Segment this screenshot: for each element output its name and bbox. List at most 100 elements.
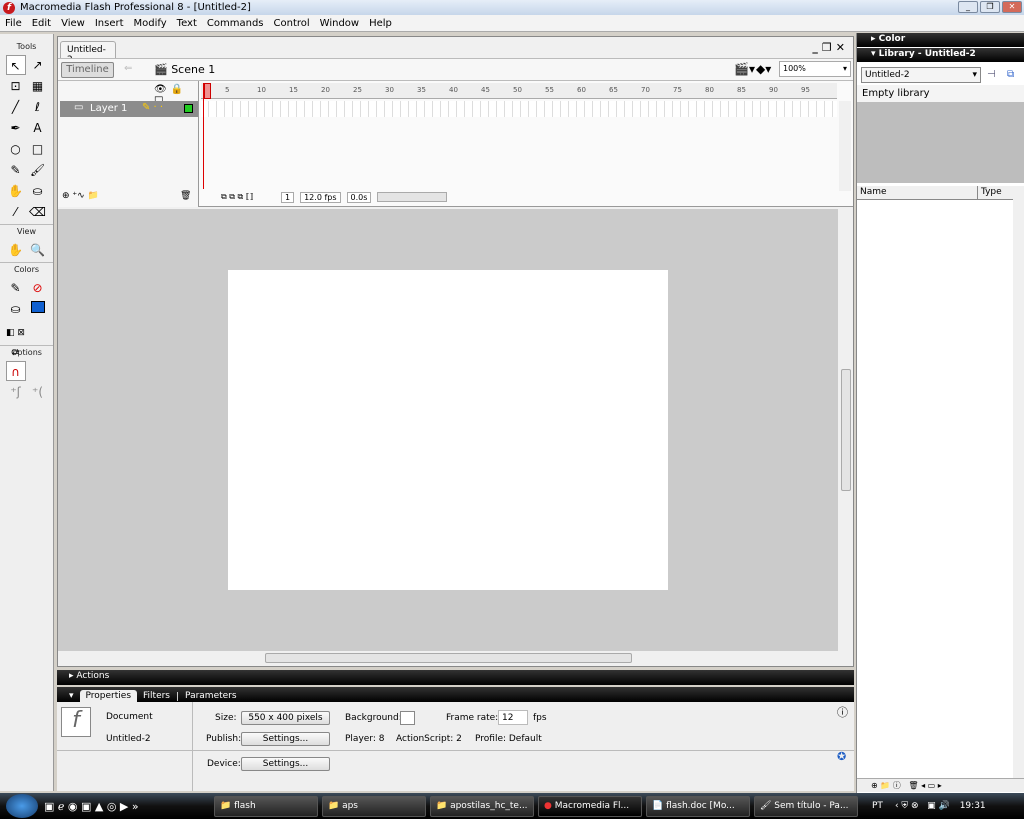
- eyedropper-tool-icon[interactable]: ⁄: [6, 202, 26, 222]
- background-color-swatch[interactable]: [400, 711, 415, 725]
- stroke-color-icon[interactable]: ✎: [6, 278, 26, 298]
- menu-text[interactable]: Text: [172, 18, 202, 29]
- document-tab[interactable]: Untitled-2: [60, 41, 116, 65]
- taskbar-item[interactable]: 📁 aps: [322, 795, 426, 817]
- doc-type: Document: [106, 712, 153, 722]
- subselection-tool-icon[interactable]: ↗: [28, 55, 48, 75]
- fill-color-icon[interactable]: ⛀: [6, 299, 26, 319]
- edit-symbols-icon[interactable]: ◆▾: [756, 62, 771, 76]
- taskbar-item-active[interactable]: ● Macromedia Fl...: [538, 795, 642, 817]
- publish-settings-button[interactable]: Settings...: [241, 732, 330, 746]
- trash-icon[interactable]: 🗑: [180, 191, 191, 201]
- oval-tool-icon[interactable]: ○: [6, 139, 26, 159]
- hscroll-thumb[interactable]: [265, 653, 632, 663]
- pen-tool-icon[interactable]: ✒: [6, 118, 26, 138]
- taskbar-item-label: Sem título - Pa...: [774, 800, 849, 811]
- quick-launch-icons[interactable]: ▣ ℯ ◉ ▣ ▲ ◎ ▶ »: [44, 800, 214, 813]
- help-icon[interactable]: ⓘ: [837, 704, 848, 720]
- taskbar-item[interactable]: 📄 flash.doc [Mo...: [646, 795, 750, 817]
- color-panel-header[interactable]: ▸ Color: [857, 33, 1024, 47]
- frame-ruler[interactable]: 5 10 15 20 25 30 35 40 45 50 55 60 65 70 75 80 85 90 95: [201, 83, 837, 99]
- ink-bottle-tool-icon[interactable]: ✋: [6, 181, 26, 201]
- menu-window[interactable]: Window: [315, 18, 364, 29]
- layer-row[interactable]: Layer 1 ▭ ✎ · ·: [60, 101, 198, 117]
- tab-parameters[interactable]: Parameters: [179, 690, 243, 702]
- pasteboard[interactable]: [58, 209, 838, 651]
- scene-icon: 🎬: [154, 63, 168, 76]
- timeline-hscroll[interactable]: [377, 192, 448, 202]
- playhead[interactable]: [203, 83, 211, 189]
- hand-tool-icon[interactable]: ✋: [6, 240, 26, 260]
- taskbar-item[interactable]: 🖌 Sem título - Pa...: [754, 795, 858, 817]
- menu-control[interactable]: Control: [269, 18, 315, 29]
- tray-icons[interactable]: ‹ ⛨ ⊗ ▣ 🔊: [895, 801, 950, 811]
- accessibility-icon[interactable]: ✪: [837, 750, 846, 763]
- paint-bucket-tool-icon[interactable]: ⛀: [28, 181, 48, 201]
- device-settings-button[interactable]: Settings...: [241, 757, 330, 771]
- smooth-icon[interactable]: ⁺ʃ: [6, 382, 26, 402]
- divider: [192, 702, 193, 791]
- menu-edit[interactable]: Edit: [27, 18, 56, 29]
- taskbar-item[interactable]: 📁 apostilas_hc_te...: [430, 795, 534, 817]
- column-name[interactable]: Name: [860, 187, 887, 197]
- start-button[interactable]: [6, 794, 38, 818]
- new-library-icon[interactable]: ⧉: [1007, 69, 1014, 80]
- minimize-button[interactable]: _: [958, 1, 978, 13]
- menu-file[interactable]: File: [0, 18, 27, 29]
- timeline-toggle-button[interactable]: Timeline: [61, 62, 114, 78]
- zoom-select[interactable]: 100% ▾: [779, 61, 851, 77]
- line-tool-icon[interactable]: ╱: [6, 97, 26, 117]
- menu-commands[interactable]: Commands: [202, 18, 269, 29]
- zoom-tool-icon[interactable]: 🔍: [28, 240, 48, 260]
- column-type[interactable]: Type: [977, 186, 1005, 200]
- document-window-controls[interactable]: _❐✕: [812, 41, 849, 54]
- pencil-tool-icon[interactable]: ✎: [6, 160, 26, 180]
- library-vscroll[interactable]: [1013, 186, 1024, 778]
- actions-panel-header[interactable]: ▸ Actions: [57, 670, 854, 685]
- menu-modify[interactable]: Modify: [129, 18, 172, 29]
- library-bottom-bar[interactable]: ⊕ 📁 ⓘ 🗑 ◂ ▭ ▸: [857, 778, 1024, 792]
- layer-outline-color[interactable]: [184, 104, 193, 113]
- close-button[interactable]: ✕: [1002, 1, 1022, 13]
- back-arrow-icon[interactable]: ⇐: [124, 63, 132, 74]
- tab-filters[interactable]: Filters: [137, 690, 176, 702]
- library-select[interactable]: Untitled-2 ▾: [861, 67, 981, 83]
- right-panels: ▸ Color ▾ Library - Untitled-2 Untitled-…: [856, 33, 1024, 793]
- timeline-vscroll[interactable]: [839, 101, 851, 191]
- maximize-button[interactable]: ❐: [980, 1, 1000, 13]
- taskbar-item[interactable]: 📁 flash: [214, 795, 318, 817]
- onion-skin-icons[interactable]: ⧉ ⧉ ⧉ ⟦⟧: [221, 192, 254, 202]
- snap-magnet-icon[interactable]: ∩: [5, 361, 26, 381]
- straighten-icon[interactable]: ⁺(: [28, 382, 48, 402]
- stage[interactable]: [228, 270, 668, 590]
- text-tool-icon[interactable]: A: [28, 118, 48, 138]
- pin-library-icon[interactable]: ⊣: [987, 69, 996, 80]
- language-indicator[interactable]: PT: [872, 801, 883, 811]
- framerate-input[interactable]: 12: [498, 710, 528, 725]
- size-button[interactable]: 550 x 400 pixels: [241, 711, 330, 725]
- stage-hscroll[interactable]: [58, 651, 838, 665]
- collapse-icon[interactable]: ▾: [63, 690, 80, 702]
- free-transform-tool-icon[interactable]: ⊡: [6, 76, 26, 96]
- library-panel-header[interactable]: ▾ Library - Untitled-2: [857, 48, 1024, 62]
- frame-row[interactable]: [201, 101, 837, 117]
- layer-icon: ▭: [74, 102, 84, 113]
- menu-help[interactable]: Help: [364, 18, 397, 29]
- eraser-tool-icon[interactable]: ⌫: [28, 202, 48, 222]
- rectangle-tool-icon[interactable]: □: [28, 139, 48, 159]
- selection-tool-icon[interactable]: ↖: [5, 55, 26, 75]
- menu-insert[interactable]: Insert: [90, 18, 129, 29]
- swap-colors-icon[interactable]: ◧ ⊠ ⇄: [6, 323, 26, 358]
- stage-vscroll[interactable]: [839, 209, 853, 651]
- tab-properties[interactable]: Properties: [79, 690, 138, 702]
- lasso-tool-icon[interactable]: ℓ: [28, 97, 48, 117]
- brush-tool-icon[interactable]: 🖌: [28, 160, 48, 180]
- add-layer-buttons[interactable]: ⊕ ⁺∿ 📁: [62, 191, 99, 201]
- stroke-color-swatch[interactable]: ⊘: [28, 278, 48, 298]
- gradient-transform-tool-icon[interactable]: ▦: [28, 76, 48, 96]
- fill-color-swatch[interactable]: [28, 299, 48, 319]
- clock[interactable]: 19:31: [960, 801, 986, 811]
- vscroll-thumb[interactable]: [841, 369, 851, 491]
- edit-scene-icon[interactable]: 🎬▾: [734, 62, 755, 76]
- menu-view[interactable]: View: [56, 18, 90, 29]
